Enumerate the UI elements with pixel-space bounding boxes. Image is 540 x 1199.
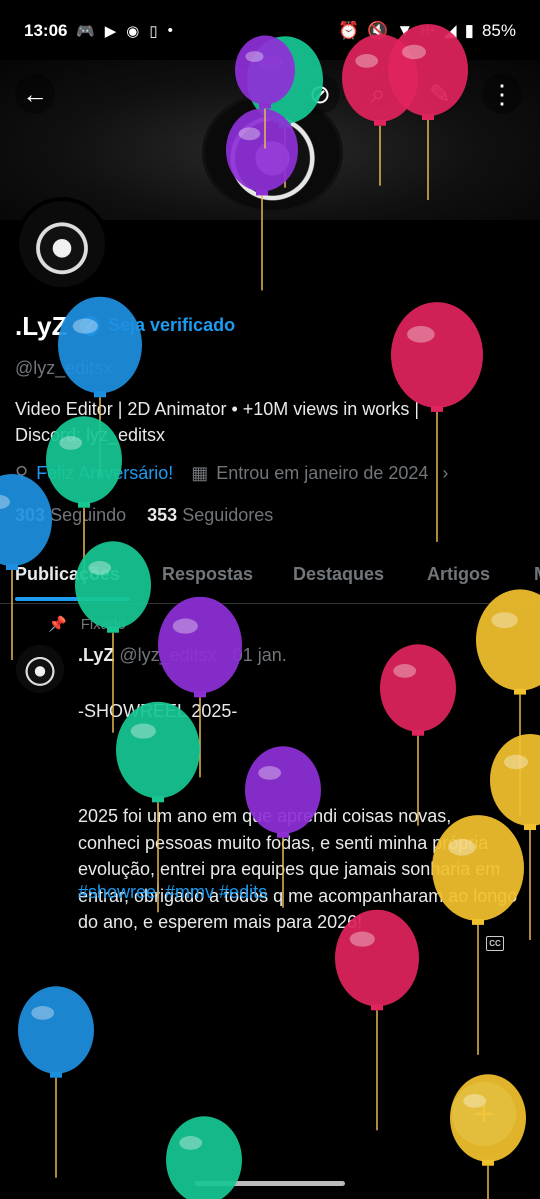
- bio-line: Discord: lyz_editsx: [15, 425, 166, 445]
- profile-tabs: Publicações Respostas Destaques Artigos …: [0, 553, 540, 604]
- chevron-right-icon[interactable]: ›: [442, 463, 448, 484]
- search-button[interactable]: ⌕: [358, 74, 398, 114]
- youtube-icon: ▶: [104, 23, 117, 40]
- following-link[interactable]: 303 Seguindo: [15, 505, 126, 525]
- dot-icon: •: [167, 22, 173, 39]
- reddit-icon: ◉: [126, 23, 140, 40]
- profile-bio: Video Editor | 2D Animator • +10M views …: [15, 396, 515, 448]
- no-broadcast-button[interactable]: ⊘: [300, 74, 340, 114]
- calendar-icon: ▦: [191, 463, 209, 483]
- profile-avatar[interactable]: [15, 197, 109, 291]
- profile-handle: @lyz_editsx: [15, 358, 113, 378]
- mute-icon: 🔇: [367, 21, 389, 40]
- post-separator: ·: [221, 645, 228, 665]
- phone-icon: ▯: [149, 23, 158, 40]
- followers-label: Seguidores: [182, 505, 274, 525]
- active-tab-indicator: [15, 597, 130, 601]
- pinned-indicator: 📌 Fixado: [48, 615, 126, 634]
- post-author-handle: @lyz_editsx: [119, 645, 217, 665]
- more-options-button[interactable]: ⋮: [482, 74, 522, 114]
- post-date: 01 jan.: [232, 645, 287, 665]
- signal-icon: ◢: [443, 21, 457, 40]
- status-time: 13:06: [24, 21, 68, 40]
- system-icons: ⏰ 🔇 ▼ H+ ◢ ▮ 85%: [338, 21, 516, 41]
- join-date: Entrou em janeiro de 2024: [216, 463, 429, 483]
- tab-articles[interactable]: Artigos: [427, 564, 490, 585]
- post-avatar[interactable]: [16, 645, 64, 693]
- plus-icon: +: [474, 1094, 494, 1133]
- profile-name: .LyZ: [15, 311, 68, 341]
- verified-badge-icon: ✓: [80, 315, 100, 336]
- gesture-bar: [195, 1181, 345, 1186]
- post-author-name[interactable]: .LyZ: [78, 645, 114, 665]
- more-vert-icon: ⋮: [489, 78, 515, 109]
- post-header: .LyZ @lyz_editsx · 01 jan.: [78, 645, 287, 666]
- followers-count: 353: [147, 505, 178, 525]
- post-body: 2025 foi um ano em que aprendi coisas no…: [78, 806, 518, 932]
- edit-button[interactable]: ✎: [420, 74, 460, 114]
- wifi-icon: ▼: [396, 21, 414, 40]
- get-verified-label: Seja verificado: [108, 315, 236, 335]
- edit-icon: ✎: [429, 78, 451, 109]
- post-title: -SHOWREEL 2025-: [78, 700, 238, 721]
- followers-link[interactable]: 353 Seguidores: [147, 505, 273, 525]
- battery-icon: ▮: [464, 21, 474, 40]
- balloon: [18, 986, 94, 1178]
- post-text[interactable]: -SHOWREEL 2025- 2025 foi um ano em que a…: [78, 671, 518, 962]
- compose-button[interactable]: +: [452, 1082, 516, 1146]
- following-count: 303: [15, 505, 46, 525]
- tab-media[interactable]: M: [534, 564, 540, 585]
- closed-captions-icon[interactable]: CC: [486, 936, 504, 951]
- birthday-link[interactable]: Feliz Aniversário!: [36, 463, 173, 484]
- network-icon: H+: [421, 25, 436, 37]
- search-icon: ⌕: [370, 78, 386, 108]
- alarm-icon: ⏰: [337, 21, 360, 40]
- get-verified-link[interactable]: ✓ Seja verificado: [80, 315, 235, 336]
- tab-highlights[interactable]: Destaques: [293, 564, 384, 585]
- following-label: Seguindo: [50, 505, 127, 525]
- battery-level: 85%: [481, 21, 516, 40]
- discord-icon: 🎮: [76, 23, 95, 40]
- balloon: [166, 1116, 242, 1199]
- balloon-icon: ⚲: [15, 463, 29, 483]
- arrow-left-icon: ←: [22, 78, 48, 109]
- profile-meta: ⚲ Feliz Aniversário! ▦ Entrou em janeiro…: [15, 463, 448, 484]
- back-button[interactable]: ←: [15, 74, 55, 114]
- notification-icons: 🎮 ▶ ◉ ▯ •: [76, 22, 173, 40]
- bio-line: Video Editor | 2D Animator • +10M views …: [15, 399, 419, 419]
- post-hashtags[interactable]: #showreel #mmv #edits: [78, 882, 267, 903]
- follow-stats: 303 Seguindo 353 Seguidores: [15, 505, 273, 526]
- no-broadcast-icon: ⊘: [309, 78, 331, 109]
- tab-posts[interactable]: Publicações: [15, 564, 120, 585]
- status-bar: 13:06 🎮 ▶ ◉ ▯ • ⏰ 🔇 ▼ H+ ◢ ▮ 85%: [0, 0, 540, 60]
- pin-icon: 📌: [48, 616, 67, 633]
- tab-replies[interactable]: Respostas: [162, 564, 253, 585]
- pinned-label: Fixado: [80, 615, 126, 633]
